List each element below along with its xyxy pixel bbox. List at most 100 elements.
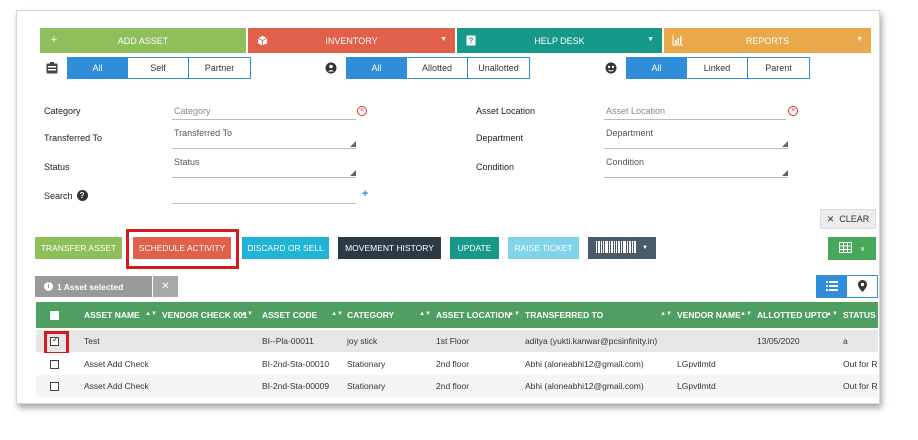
cell-asset-name: Asset Add Check bbox=[84, 359, 149, 369]
col-label: ALLOTTED UPTO bbox=[757, 310, 829, 320]
link-segment: All Linked Parent bbox=[626, 57, 810, 79]
asset-location-label: Asset Location bbox=[476, 106, 536, 116]
asset-location-input[interactable]: Asset Location bbox=[604, 102, 786, 120]
col-vendor-check[interactable]: VENDOR CHECK 001 ▲▼ bbox=[162, 302, 258, 328]
view-toggle bbox=[816, 275, 878, 298]
filter-unallotted[interactable]: Unallotted bbox=[468, 58, 529, 78]
search-input[interactable] bbox=[172, 185, 356, 204]
cell-status: a bbox=[843, 336, 848, 346]
asset-location-placeholder: Asset Location bbox=[606, 106, 666, 116]
allot-icon bbox=[324, 61, 338, 75]
select-all-checkbox-cell bbox=[50, 302, 64, 328]
discard-or-sell-button[interactable]: DISCARD OR SELL bbox=[242, 237, 329, 259]
box-icon bbox=[256, 34, 268, 46]
inventory-button[interactable]: INVENTORY ▼ bbox=[248, 28, 455, 53]
col-label: ASSET CODE bbox=[262, 310, 318, 320]
col-label: ASSET NAME bbox=[84, 310, 140, 320]
list-view-button[interactable] bbox=[817, 276, 847, 297]
department-select[interactable]: Department bbox=[604, 128, 788, 149]
cell-vendor-name: LGpvtlmtd bbox=[677, 359, 716, 369]
help-desk-button[interactable]: ? HELP DESK ▼ bbox=[457, 28, 662, 53]
filter-allotted[interactable]: Allotted bbox=[407, 58, 468, 78]
plus-icon: + bbox=[50, 34, 58, 46]
grid-icon bbox=[838, 241, 852, 256]
department-value: Department bbox=[606, 128, 654, 138]
col-vendor-name[interactable]: VENDOR NAME ▲▼ bbox=[677, 302, 757, 328]
cell-status: Out for R bbox=[843, 359, 878, 369]
movement-history-button[interactable]: MOVEMENT HISTORY bbox=[338, 237, 441, 259]
col-category[interactable]: CATEGORY ▲▼ bbox=[347, 302, 436, 328]
transfer-asset-button[interactable]: TRANSFER ASSET bbox=[35, 237, 122, 259]
svg-text:?: ? bbox=[469, 36, 474, 45]
dropdown-corner-icon bbox=[782, 170, 788, 176]
map-view-button[interactable] bbox=[847, 276, 877, 297]
col-asset-location[interactable]: ASSET LOCATION ▲▼ bbox=[436, 302, 525, 328]
cell-category: Stationary bbox=[347, 381, 386, 391]
grid-view-button[interactable]: ∨ bbox=[828, 237, 876, 260]
add-asset-label: ADD ASSET bbox=[117, 35, 169, 46]
col-label: VENDOR CHECK 001 bbox=[162, 310, 248, 320]
raise-ticket-button[interactable]: RAISE TICKET bbox=[508, 237, 579, 259]
condition-value: Condition bbox=[606, 157, 645, 167]
add-search-icon[interactable]: + bbox=[362, 188, 368, 200]
status-select[interactable]: Status bbox=[172, 157, 356, 178]
cell-category: joy stick bbox=[347, 336, 378, 346]
cell-asset-location: 1st Floor bbox=[436, 336, 470, 346]
search-label-group: Search ? bbox=[44, 190, 88, 201]
cell-vendor-name: LGpvtlmtd bbox=[677, 381, 716, 391]
clear-selection-icon[interactable]: ✕ bbox=[152, 276, 178, 297]
col-asset-name[interactable]: ASSET NAME ▲▼ bbox=[84, 302, 162, 328]
col-transferred-to[interactable]: TRANSFERRED TO ▲▼ bbox=[525, 302, 677, 328]
cell-asset-code: BI--Pla-00011 bbox=[262, 336, 314, 346]
ownership-segment: All Self Partner bbox=[67, 57, 251, 79]
transferred-to-select[interactable]: Transferred To bbox=[172, 128, 356, 149]
filter-all[interactable]: All bbox=[627, 58, 687, 78]
cell-allotted-upto bbox=[757, 353, 843, 375]
cell-asset-location: 2nd floor bbox=[436, 359, 470, 369]
filter-all[interactable]: All bbox=[68, 58, 128, 78]
sort-icon: ▲▼ bbox=[145, 311, 157, 317]
col-asset-code[interactable]: ASSET CODE ▲▼ bbox=[262, 302, 348, 328]
sort-icon: ▲▼ bbox=[740, 311, 752, 317]
help-desk-label: HELP DESK bbox=[534, 35, 585, 46]
reports-button[interactable]: REPORTS ▼ bbox=[664, 28, 871, 53]
update-button[interactable]: UPDATE bbox=[450, 237, 499, 259]
filter-self[interactable]: Self bbox=[128, 58, 189, 78]
chevron-down-icon: ▼ bbox=[440, 36, 447, 43]
chevron-down-icon: ▼ bbox=[642, 245, 648, 251]
col-label: VENDOR NAME bbox=[677, 310, 741, 320]
add-asset-button[interactable]: + ADD ASSET bbox=[40, 28, 246, 53]
allotment-segment: All Allotted Unallotted bbox=[346, 57, 530, 79]
info-icon: i bbox=[44, 282, 53, 291]
clear-label: CLEAR bbox=[839, 214, 870, 224]
barcode-button[interactable]: ▼ bbox=[588, 237, 656, 259]
table-row[interactable]: Asset Add Check BI-2nd-Sta-00010 Station… bbox=[36, 353, 878, 375]
filter-partner[interactable]: Partner bbox=[189, 58, 250, 78]
col-allotted-upto[interactable]: ALLOTTED UPTO ▲▼ bbox=[757, 302, 843, 328]
help-circle-icon[interactable]: ? bbox=[76, 190, 88, 201]
cell-transferred-to: aditya (yukti.kanwar@pcsinfinity.in) bbox=[525, 336, 658, 346]
filter-parent[interactable]: Parent bbox=[748, 58, 809, 78]
clear-button[interactable]: ✕ CLEAR bbox=[820, 209, 876, 229]
chevron-down-icon: ▼ bbox=[647, 36, 654, 43]
sort-icon: ▲▼ bbox=[660, 311, 672, 317]
schedule-activity-button[interactable]: SCHEDULE ACTIVITY bbox=[133, 237, 231, 259]
filter-all[interactable]: All bbox=[347, 58, 407, 78]
row-checkbox-cell bbox=[50, 375, 59, 397]
selected-label: 1 Asset selected bbox=[57, 281, 124, 292]
cell-allotted-upto bbox=[757, 375, 843, 397]
category-input[interactable]: Category bbox=[172, 102, 356, 120]
dropdown-corner-icon bbox=[782, 141, 788, 147]
table-row[interactable]: ✓ Test BI--Pla-00011 joy stick 1st Floor… bbox=[36, 330, 878, 352]
clear-category-icon[interactable]: × bbox=[357, 106, 367, 116]
row-checkbox[interactable] bbox=[50, 381, 59, 391]
row-checkbox[interactable] bbox=[50, 359, 59, 369]
table-row[interactable]: Asset Add Check BI-2nd-Sta-00009 Station… bbox=[36, 375, 878, 397]
condition-select[interactable]: Condition bbox=[604, 157, 788, 178]
col-status[interactable]: STATUS bbox=[843, 302, 878, 328]
select-all-checkbox[interactable] bbox=[50, 310, 59, 320]
filter-linked[interactable]: Linked bbox=[687, 58, 748, 78]
clear-location-icon[interactable]: × bbox=[788, 106, 798, 116]
category-placeholder: Category bbox=[174, 106, 211, 116]
checkbox-highlight-box bbox=[44, 331, 69, 355]
